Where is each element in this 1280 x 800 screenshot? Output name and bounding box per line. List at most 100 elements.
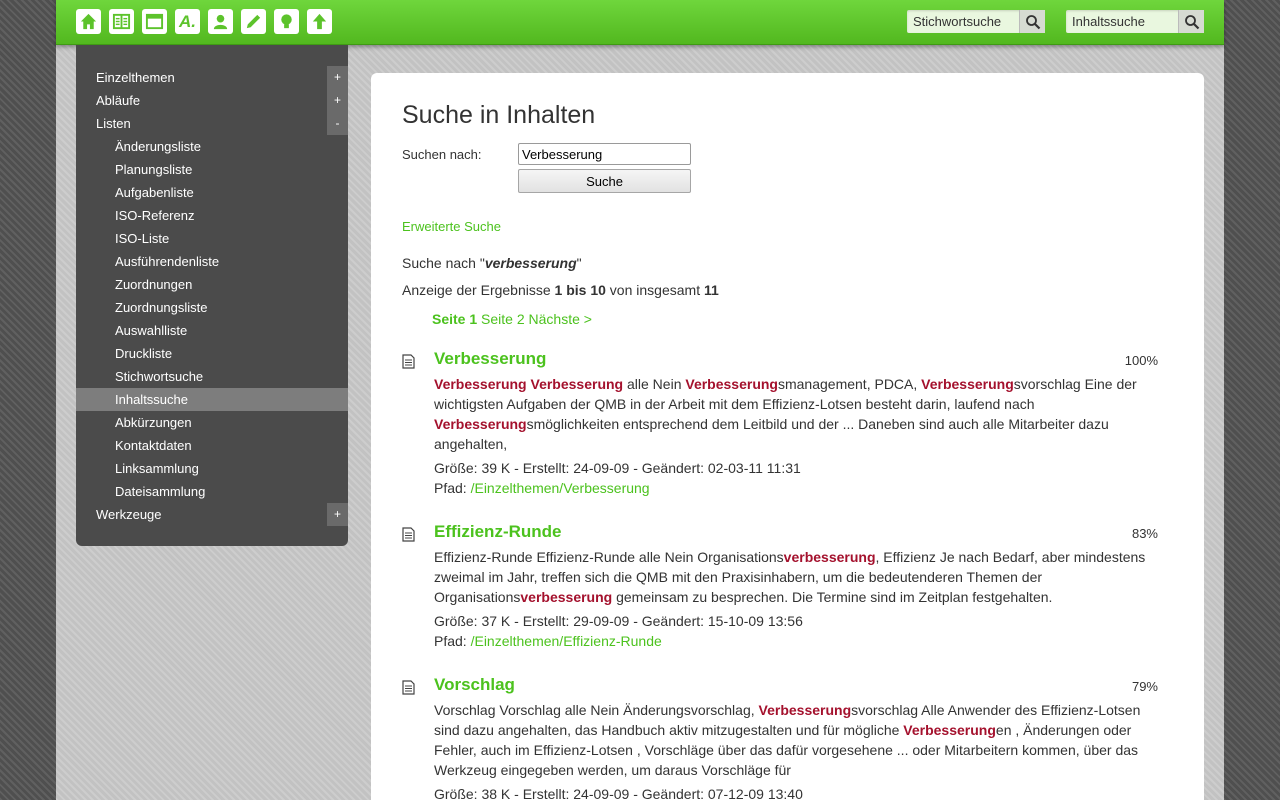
sidebar-item-druckliste[interactable]: Druckliste xyxy=(76,342,348,365)
search-icon xyxy=(1025,14,1040,29)
result-path: Pfad: /Einzelthemen/Effizienz-Runde xyxy=(434,633,662,649)
sidebar-item-aufgabenliste[interactable]: Aufgabenliste xyxy=(76,181,348,204)
search-highlight: Verbesserung xyxy=(434,376,527,392)
pager-current: Seite 1 xyxy=(432,311,478,327)
result-score: 100% xyxy=(1124,353,1158,368)
search-highlight: Verbesserung xyxy=(434,416,527,432)
snippet-text: alle Nein xyxy=(623,376,686,392)
sidebar-item-label: Zuordnungsliste xyxy=(115,300,208,315)
result-score: 83% xyxy=(1131,526,1158,541)
sidebar-item-zuordnungen[interactable]: Zuordnungen xyxy=(76,273,348,296)
query-summary: Suche nach "verbesserung" xyxy=(402,255,582,271)
lightbulb-icon[interactable] xyxy=(274,9,299,34)
snippet-text: gemeinsam zu besprechen. Die Termine sin… xyxy=(612,589,1053,605)
search-highlight: Verbesserung xyxy=(921,376,1014,392)
user-icon[interactable] xyxy=(208,9,233,34)
sidebar-item-ausfuehrendenliste[interactable]: Ausführendenliste xyxy=(76,250,348,273)
book-icon[interactable] xyxy=(109,9,134,34)
sidebar-item-label: Kontaktdaten xyxy=(115,438,192,453)
page: A. Einzelthemen + xyxy=(56,0,1224,800)
sidebar-item-stichwortsuche[interactable]: Stichwortsuche xyxy=(76,365,348,388)
result-snippet: Effizienz-Runde Effizienz-Runde alle Nei… xyxy=(434,547,1164,607)
content-search-box xyxy=(1066,10,1204,33)
snippet-text: smanagement, PDCA, xyxy=(777,376,922,392)
search-highlight: Verbesserung xyxy=(758,702,852,718)
sidebar-item-aenderungsliste[interactable]: Änderungsliste xyxy=(76,135,348,158)
sidebar-item-label: Listen xyxy=(96,116,131,131)
sidebar-item-linksammlung[interactable]: Linksammlung xyxy=(76,457,348,480)
abbreviation-icon[interactable]: A. xyxy=(175,9,200,34)
sidebar-item-werkzeuge[interactable]: Werkzeuge + xyxy=(76,503,348,526)
sidebar-item-iso-liste[interactable]: ISO-Liste xyxy=(76,227,348,250)
keyword-search-button[interactable] xyxy=(1019,10,1045,33)
sidebar-item-label: Linksammlung xyxy=(115,461,199,476)
sidebar-item-dateisammlung[interactable]: Dateisammlung xyxy=(76,480,348,503)
result-path-link[interactable]: /Einzelthemen/Effizienz-Runde xyxy=(471,633,662,649)
result-title[interactable]: Vorschlag xyxy=(434,675,515,695)
keyword-search-box xyxy=(907,10,1045,33)
query-term: verbesserung xyxy=(484,255,577,271)
sidebar-item-ablaeufe[interactable]: Abläufe + xyxy=(76,89,348,112)
pager-next[interactable]: Nächste > xyxy=(529,311,592,327)
top-toolbar: A. xyxy=(56,0,1224,45)
search-input[interactable] xyxy=(518,143,691,165)
results-count: Anzeige der Ergebnisse 1 bis 10 von insg… xyxy=(402,282,719,298)
snippet-text: Vorschlag Vorschlag alle Nein Änderungsv… xyxy=(434,702,759,718)
sidebar-item-label: Zuordnungen xyxy=(115,277,193,292)
sidebar-item-label: ISO-Liste xyxy=(115,231,170,246)
sidebar-item-kontaktdaten[interactable]: Kontaktdaten xyxy=(76,434,348,457)
keyword-search-input[interactable] xyxy=(907,10,1019,33)
sidebar-item-planungsliste[interactable]: Planungsliste xyxy=(76,158,348,181)
pencil-icon[interactable] xyxy=(241,9,266,34)
result-title[interactable]: Effizienz-Runde xyxy=(434,522,562,542)
sidebar-item-label: Abläufe xyxy=(96,93,141,108)
sidebar-item-listen[interactable]: Listen - xyxy=(76,112,348,135)
document-icon xyxy=(402,354,415,369)
home-icon[interactable] xyxy=(76,9,101,34)
sidebar-item-label: Abkürzungen xyxy=(115,415,192,430)
sidebar-item-label: Auswahlliste xyxy=(115,323,188,338)
content-panel: Suche in Inhalten Suchen nach: Suche Erw… xyxy=(371,73,1204,800)
expand-toggle[interactable]: + xyxy=(327,89,348,112)
sidebar-item-label: Einzelthemen xyxy=(96,70,175,85)
sidebar-item-einzelthemen[interactable]: Einzelthemen + xyxy=(76,66,348,89)
sidebar-item-label: Ausführendenliste xyxy=(115,254,220,269)
snippet-text: smöglichkeiten entsprechend dem Leitbild… xyxy=(434,416,1109,452)
expand-toggle[interactable]: + xyxy=(327,66,348,89)
sidebar-item-label: Änderungsliste xyxy=(115,139,201,154)
pager-page-2[interactable]: Seite 2 xyxy=(481,311,525,327)
sidebar-item-iso-referenz[interactable]: ISO-Referenz xyxy=(76,204,348,227)
collapse-toggle[interactable]: - xyxy=(327,112,348,135)
search-label: Suchen nach: xyxy=(402,147,482,162)
document-icon xyxy=(402,527,415,542)
expand-toggle[interactable]: + xyxy=(327,503,348,526)
search-highlight: Verbesserung xyxy=(530,376,624,392)
result-title[interactable]: Verbesserung xyxy=(434,349,546,369)
result-meta: Größe: 37 K - Erstellt: 29-09-09 - Geänd… xyxy=(434,613,803,629)
sidebar-item-abkuerzungen[interactable]: Abkürzungen xyxy=(76,411,348,434)
advanced-search-link[interactable]: Erweiterte Suche xyxy=(402,219,501,234)
sidebar-item-label: Inhaltssuche xyxy=(115,392,188,407)
result-score: 79% xyxy=(1131,679,1158,694)
content-search-input[interactable] xyxy=(1066,10,1178,33)
sidebar-item-auswahlliste[interactable]: Auswahlliste xyxy=(76,319,348,342)
result-path-link[interactable]: /Einzelthemen/Verbesserung xyxy=(471,480,650,496)
result-snippet: Verbesserung Verbesserung alle Nein Verb… xyxy=(434,374,1164,454)
search-highlight: verbesserung xyxy=(783,549,876,565)
search-highlight: Verbesserung xyxy=(685,376,778,392)
snippet-text: Effizienz-Runde Effizienz-Runde alle Nei… xyxy=(434,549,784,565)
abbreviation-glyph: A. xyxy=(179,11,196,31)
result-meta: Größe: 39 K - Erstellt: 24-09-09 - Geänd… xyxy=(434,460,801,476)
sidebar-nav: Einzelthemen + Abläufe + Listen - Änderu… xyxy=(76,45,348,546)
search-highlight: Verbesserung xyxy=(903,722,996,738)
sidebar-item-label: Aufgabenliste xyxy=(115,185,194,200)
sidebar-item-label: Druckliste xyxy=(115,346,173,361)
search-button[interactable]: Suche xyxy=(518,169,691,193)
sidebar-item-inhaltssuche[interactable]: Inhaltssuche xyxy=(76,388,348,411)
content-search-button[interactable] xyxy=(1178,10,1204,33)
result-meta: Größe: 38 K - Erstellt: 24-09-09 - Geänd… xyxy=(434,786,803,800)
search-icon xyxy=(1184,14,1199,29)
window-icon[interactable] xyxy=(142,9,167,34)
upload-arrow-icon[interactable] xyxy=(307,9,332,34)
sidebar-item-zuordnungsliste[interactable]: Zuordnungsliste xyxy=(76,296,348,319)
